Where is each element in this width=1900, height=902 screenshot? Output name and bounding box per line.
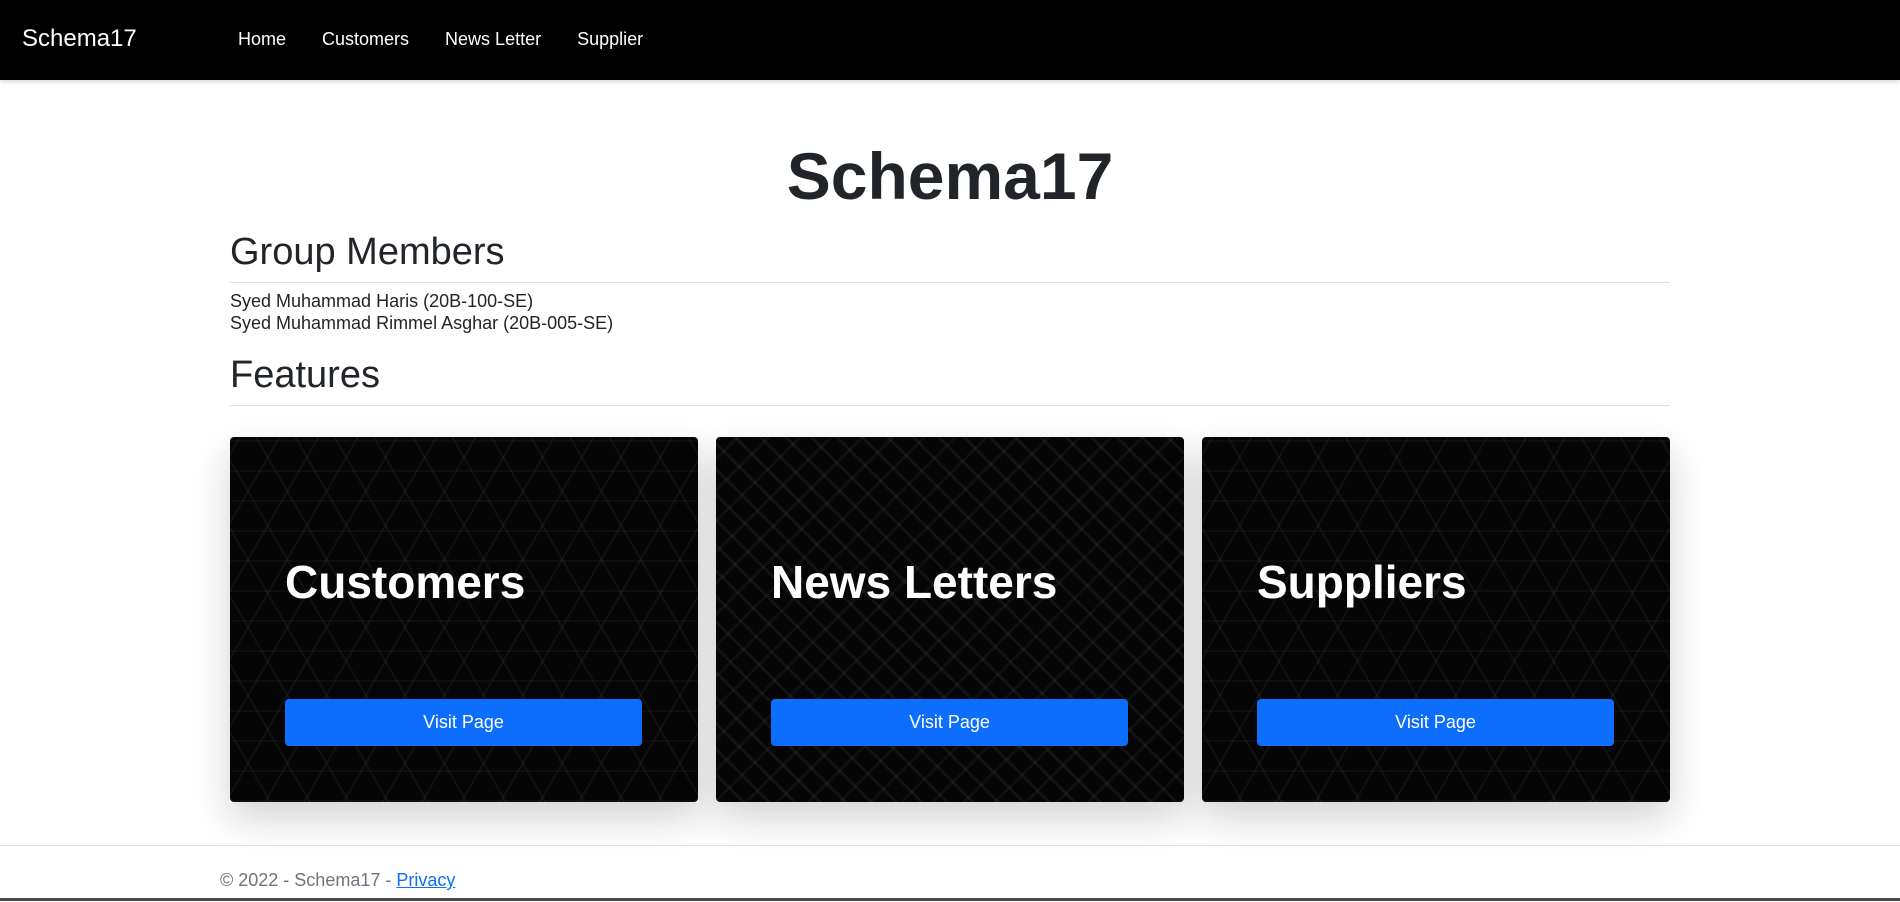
member-item: Syed Muhammad Rimmel Asghar (20B-005-SE) (230, 313, 614, 333)
privacy-link[interactable]: Privacy (396, 870, 455, 890)
footer: © 2022 - Schema17 - Privacy (0, 845, 1900, 902)
visit-news-letters-button[interactable]: Visit Page (771, 699, 1128, 746)
card-title: News Letters (771, 556, 1058, 608)
nav-link-supplier[interactable]: Supplier (577, 28, 643, 50)
feature-card-suppliers: Suppliers Visit Page (1202, 437, 1670, 802)
nav-link-customers[interactable]: Customers (322, 28, 409, 50)
features-heading: Features (230, 353, 1670, 406)
feature-card-news-letters: News Letters Visit Page (716, 437, 1184, 802)
footer-text: © 2022 - Schema17 - Privacy (220, 869, 455, 891)
members-list: Syed Muhammad Haris (20B-100-SE) Syed Mu… (230, 290, 613, 334)
feature-cards: Customers Visit Page News Letters Visit … (230, 437, 1670, 802)
page-title: Schema17 (786, 139, 1114, 213)
nav-link-home[interactable]: Home (238, 28, 286, 50)
card-title: Customers (285, 556, 526, 608)
nav-links: Home Customers News Letter Supplier (238, 28, 679, 50)
card-title: Suppliers (1257, 556, 1467, 608)
member-item: Syed Muhammad Haris (20B-100-SE) (230, 291, 534, 311)
visit-suppliers-button[interactable]: Visit Page (1257, 699, 1614, 746)
group-members-heading: Group Members (230, 230, 1670, 283)
nav-link-news-letter[interactable]: News Letter (445, 28, 541, 50)
brand-link[interactable]: Schema17 (22, 25, 137, 53)
top-navbar: Schema17 Home Customers News Letter Supp… (0, 0, 1900, 80)
copyright-text: © 2022 - Schema17 - (220, 870, 397, 890)
visit-customers-button[interactable]: Visit Page (285, 699, 642, 746)
feature-card-customers: Customers Visit Page (230, 437, 698, 802)
